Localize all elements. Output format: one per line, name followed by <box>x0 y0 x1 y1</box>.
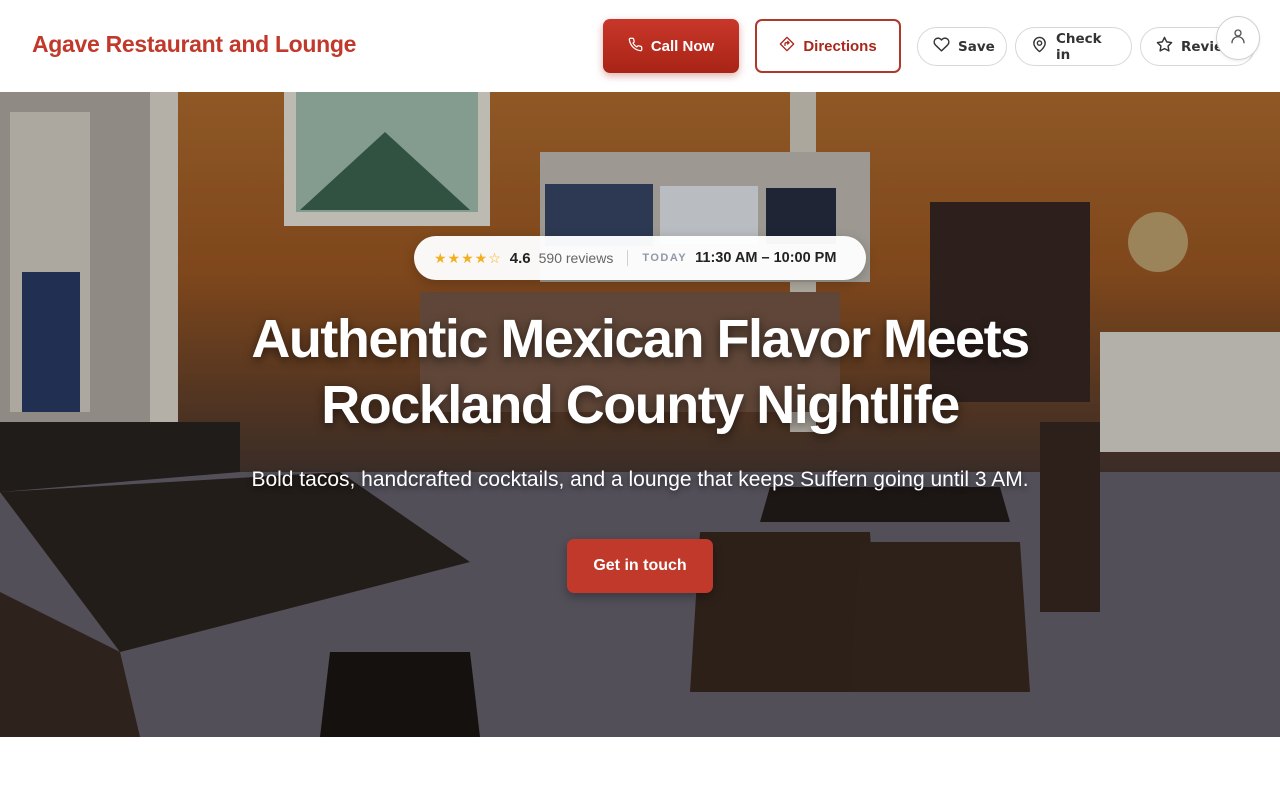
opening-hours: 11:30 AM – 10:00 PM <box>695 250 837 266</box>
account-button[interactable] <box>1216 16 1260 60</box>
rating-hours-badge: ★★★★☆ 4.6 590 reviews TODAY 11:30 AM – 1… <box>414 236 866 280</box>
save-button[interactable]: Save <box>917 27 1007 66</box>
site-header: Agave Restaurant and Lounge Call Now Dir… <box>0 0 1280 92</box>
today-label: TODAY <box>642 252 688 264</box>
headline-line-1: Authentic Mexican Flavor Meets <box>251 309 1030 369</box>
check-in-button[interactable]: Check in <box>1015 27 1132 66</box>
phone-icon <box>628 37 643 56</box>
brand-name[interactable]: Agave Restaurant and Lounge <box>32 31 356 58</box>
check-in-label: Check in <box>1056 30 1102 63</box>
hero-section: ★★★★☆ 4.6 590 reviews TODAY 11:30 AM – 1… <box>0 92 1280 737</box>
get-in-touch-button[interactable]: Get in touch <box>567 539 713 593</box>
headline-line-2: Rockland County Nightlife <box>321 375 960 435</box>
directions-icon <box>779 36 795 56</box>
user-icon <box>1229 27 1247 50</box>
map-pin-icon <box>1031 36 1048 57</box>
call-now-label: Call Now <box>650 37 715 55</box>
star-icon <box>1156 36 1173 57</box>
heart-icon <box>933 36 950 57</box>
reviews-count[interactable]: 590 reviews <box>539 250 614 266</box>
divider <box>627 250 629 266</box>
hero-subheadline: Bold tacos, handcrafted cocktails, and a… <box>251 468 1029 491</box>
rating-value: 4.6 <box>509 249 531 267</box>
rating-stars: ★★★★☆ <box>434 249 502 266</box>
directions-button[interactable]: Directions <box>755 19 901 73</box>
hero-headline: Authentic Mexican Flavor Meets Rockland … <box>140 306 1140 438</box>
save-label: Save <box>958 38 995 55</box>
call-now-button[interactable]: Call Now <box>603 19 739 73</box>
directions-label: Directions <box>803 37 877 55</box>
